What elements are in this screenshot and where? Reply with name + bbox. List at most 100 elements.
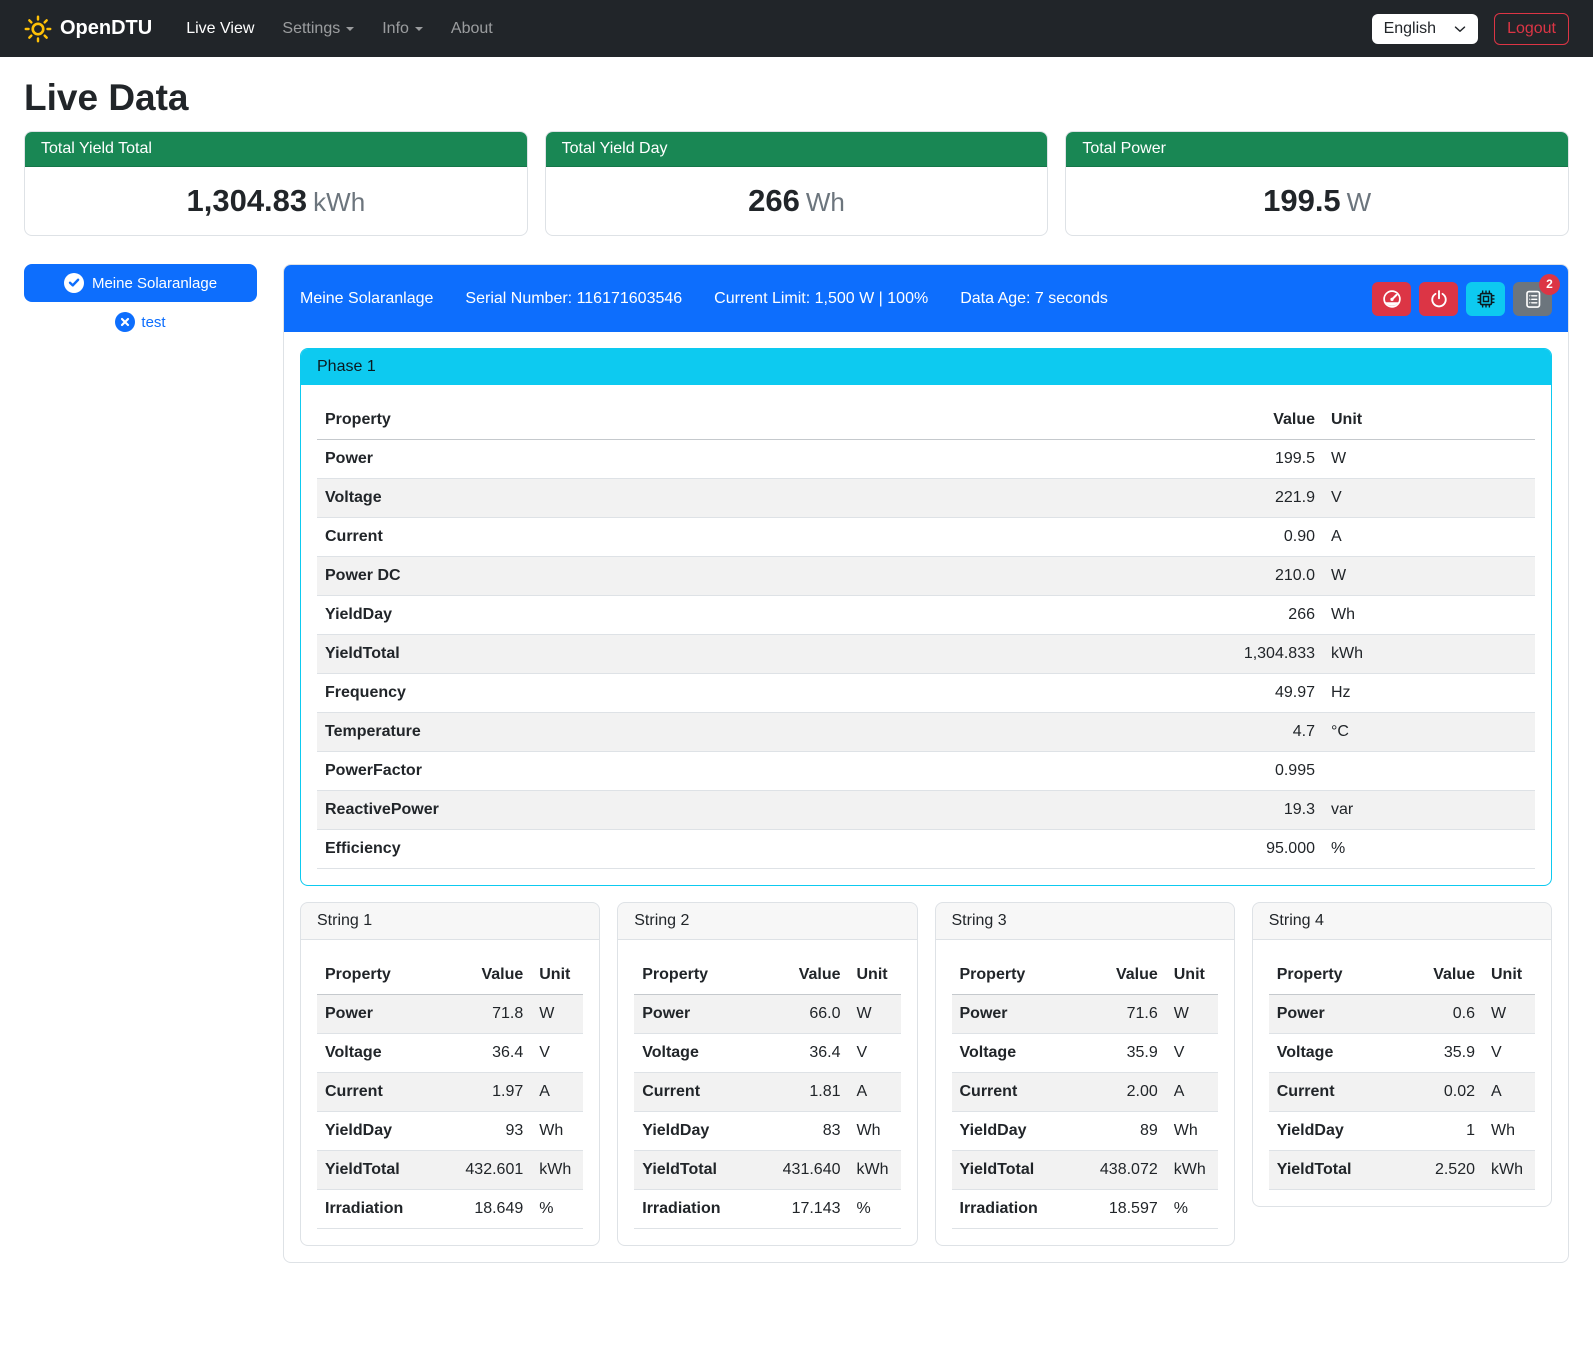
logout-button[interactable]: Logout (1494, 13, 1569, 45)
unit-cell: % (1166, 1190, 1218, 1229)
x-circle-icon (115, 312, 135, 332)
check-circle-icon (64, 273, 84, 293)
value-cell: 49.97 (1203, 674, 1323, 713)
chevron-down-icon (1454, 23, 1466, 35)
phase-1-table: Property Value Unit Power (317, 401, 1535, 869)
column-unit: Unit (1166, 956, 1218, 995)
table-row: YieldTotal 1,304.833 kWh (317, 635, 1535, 674)
string-4-table: Property Value Unit Power (1269, 956, 1535, 1190)
hidden-inverter-toggle[interactable]: test (24, 312, 257, 332)
nav-settings[interactable]: Settings (270, 12, 366, 46)
string-1-title: String 1 (301, 903, 599, 940)
strings-row: String 1 Property Value Unit (300, 902, 1552, 1246)
speedometer-icon (1382, 289, 1402, 309)
brand[interactable]: OpenDTU (24, 15, 152, 43)
table-row: Power 71.8 W (317, 995, 583, 1034)
string-1-card: String 1 Property Value Unit (300, 902, 600, 1246)
property-cell: Irradiation (317, 1190, 451, 1229)
limit-settings-button[interactable] (1372, 282, 1411, 316)
value-cell: 95.000 (1203, 830, 1323, 869)
total-yield-total-unit: kWh (313, 187, 365, 217)
value-cell: 93 (451, 1112, 531, 1151)
value-cell: 2.520 (1403, 1151, 1483, 1190)
value-cell: 83 (769, 1112, 849, 1151)
table-row: YieldDay 93 Wh (317, 1112, 583, 1151)
table-row: PowerFactor 0.995 (317, 752, 1535, 791)
unit-cell: W (1323, 440, 1535, 479)
inverter-data-age: Data Age: 7 seconds (960, 290, 1108, 308)
column-value: Value (451, 956, 531, 995)
card-value-area: 266Wh (546, 167, 1048, 235)
nav-live-view[interactable]: Live View (174, 12, 266, 46)
table-row: Voltage 35.9 V (1269, 1034, 1535, 1073)
property-cell: Efficiency (317, 830, 1203, 869)
string-2-table: Property Value Unit Power (634, 956, 900, 1229)
table-row: Current 0.90 A (317, 518, 1535, 557)
property-cell: Power (634, 995, 768, 1034)
total-yield-total-card: Total Yield Total 1,304.83kWh (24, 131, 528, 236)
total-yield-total-value: 1,304.83 (186, 183, 307, 218)
table-row: Power DC 210.0 W (317, 557, 1535, 596)
table-row: YieldDay 89 Wh (952, 1112, 1218, 1151)
property-cell: Frequency (317, 674, 1203, 713)
unit-cell: V (1323, 479, 1535, 518)
total-yield-day-card: Total Yield Day 266Wh (545, 131, 1049, 236)
property-cell: YieldTotal (1269, 1151, 1403, 1190)
unit-cell: V (1166, 1034, 1218, 1073)
sun-icon (24, 15, 52, 43)
property-cell: YieldDay (317, 1112, 451, 1151)
nav-links: Live View Settings Info About (174, 12, 505, 46)
column-unit: Unit (1323, 401, 1535, 440)
property-cell: Current (634, 1073, 768, 1112)
nav-info[interactable]: Info (370, 12, 435, 46)
property-cell: YieldDay (317, 596, 1203, 635)
unit-cell: % (531, 1190, 583, 1229)
unit-cell: A (1166, 1073, 1218, 1112)
value-cell: 18.649 (451, 1190, 531, 1229)
card-title: Total Power (1066, 132, 1568, 167)
table-row: Power 199.5 W (317, 440, 1535, 479)
column-unit: Unit (531, 956, 583, 995)
table-row: Voltage 35.9 V (952, 1034, 1218, 1073)
property-cell: Power (317, 440, 1203, 479)
unit-cell: A (1483, 1073, 1535, 1112)
column-unit: Unit (849, 956, 901, 995)
property-cell: YieldDay (634, 1112, 768, 1151)
summary-cards-row: Total Yield Total 1,304.83kWh Total Yiel… (24, 131, 1569, 236)
total-power-card: Total Power 199.5W (1065, 131, 1569, 236)
unit-cell: Wh (849, 1112, 901, 1151)
total-power-unit: W (1347, 187, 1372, 217)
property-cell: Voltage (317, 1034, 451, 1073)
value-cell: 35.9 (1086, 1034, 1166, 1073)
page-title: Live Data (24, 77, 1569, 119)
device-info-button[interactable] (1466, 282, 1505, 316)
property-cell: Power (952, 995, 1086, 1034)
value-cell: 432.601 (451, 1151, 531, 1190)
property-cell: Current (1269, 1073, 1403, 1112)
value-cell: 1.81 (769, 1073, 849, 1112)
chevron-down-icon (346, 27, 354, 31)
inverter-select-label: Meine Solaranlage (92, 275, 217, 292)
unit-cell: °C (1323, 713, 1535, 752)
unit-cell: W (1483, 995, 1535, 1034)
unit-cell: A (1323, 518, 1535, 557)
value-cell: 199.5 (1203, 440, 1323, 479)
value-cell: 1 (1403, 1112, 1483, 1151)
power-toggle-button[interactable] (1419, 282, 1458, 316)
unit-cell: W (849, 995, 901, 1034)
column-value: Value (1203, 401, 1323, 440)
table-row: Voltage 221.9 V (317, 479, 1535, 518)
unit-cell: Wh (531, 1112, 583, 1151)
string-3-title: String 3 (936, 903, 1234, 940)
language-select[interactable]: English (1372, 14, 1478, 44)
table-header-row: Property Value Unit (317, 956, 583, 995)
inverter-card-header: Meine Solaranlage Serial Number: 1161716… (284, 265, 1568, 332)
property-cell: PowerFactor (317, 752, 1203, 791)
nav-about[interactable]: About (439, 12, 505, 46)
value-cell: 19.3 (1203, 791, 1323, 830)
event-log-button[interactable]: 2 (1513, 282, 1552, 316)
unit-cell: kWh (849, 1151, 901, 1190)
card-title: Total Yield Day (546, 132, 1048, 167)
inverter-select-button[interactable]: Meine Solaranlage (24, 264, 257, 302)
table-row: Voltage 36.4 V (634, 1034, 900, 1073)
